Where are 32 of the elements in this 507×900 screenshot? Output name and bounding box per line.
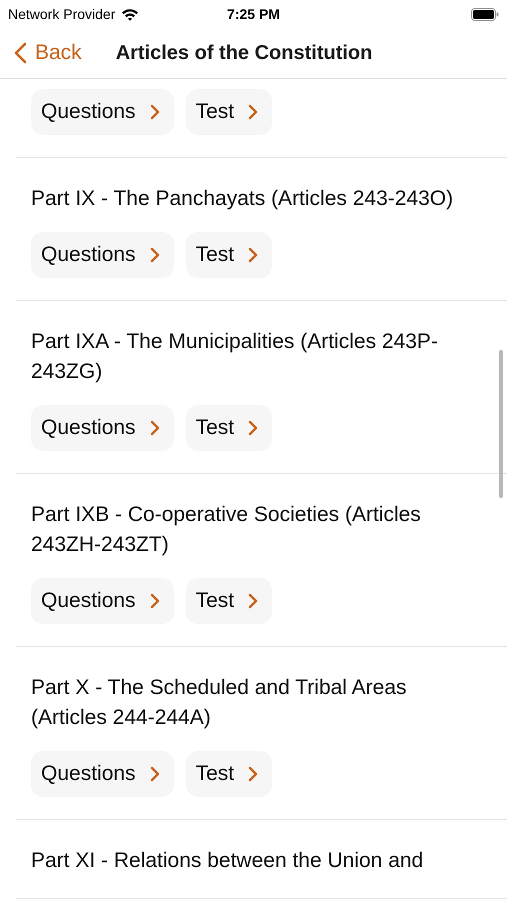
chevron-icon xyxy=(150,420,160,436)
section-button[interactable]: Test xyxy=(186,751,272,797)
section-button[interactable]: Questions xyxy=(31,578,174,624)
back-button[interactable]: Back xyxy=(14,41,82,65)
chevron-icon xyxy=(150,104,160,120)
section-title: Part IX - The Panchayats (Articles 243-243O) xyxy=(31,186,454,212)
chevron-icon xyxy=(248,420,258,436)
section-button[interactable]: Test xyxy=(186,405,272,451)
battery-icon xyxy=(471,8,499,20)
clock-time: 7:25 PM xyxy=(227,6,280,22)
chevron-icon xyxy=(248,593,258,609)
screen-title: Articles of the Constitution xyxy=(116,42,372,64)
section-button[interactable]: Questions xyxy=(31,89,174,135)
section-button[interactable]: Questions xyxy=(31,232,174,278)
back-chevron-icon xyxy=(14,42,27,64)
section-button[interactable]: Questions xyxy=(31,405,174,451)
chevron-icon xyxy=(248,766,258,782)
carrier-name: Network Provider xyxy=(8,6,116,22)
section-title: Part IXB - Co-operative Societies (Articles 243ZH-243ZT) xyxy=(31,502,422,558)
section-button[interactable]: Test xyxy=(186,89,272,135)
section-title: Part XI - Relations between the Union and xyxy=(31,848,424,874)
chevron-icon xyxy=(150,766,160,782)
section-title: Part X - The Scheduled and Tribal Areas (Articles 244-244A) xyxy=(31,675,408,731)
chevron-icon xyxy=(150,593,160,609)
chevron-icon xyxy=(248,104,258,120)
section-button[interactable]: Test xyxy=(186,578,272,624)
chevron-icon xyxy=(248,247,258,263)
chevron-icon xyxy=(150,247,160,263)
section-button[interactable]: Test xyxy=(186,232,272,278)
section-button[interactable]: Questions xyxy=(31,751,174,797)
wifi-icon xyxy=(121,8,140,20)
section-title: Part IXA - The Municipalities (Articles 243P-243ZG) xyxy=(31,329,439,385)
